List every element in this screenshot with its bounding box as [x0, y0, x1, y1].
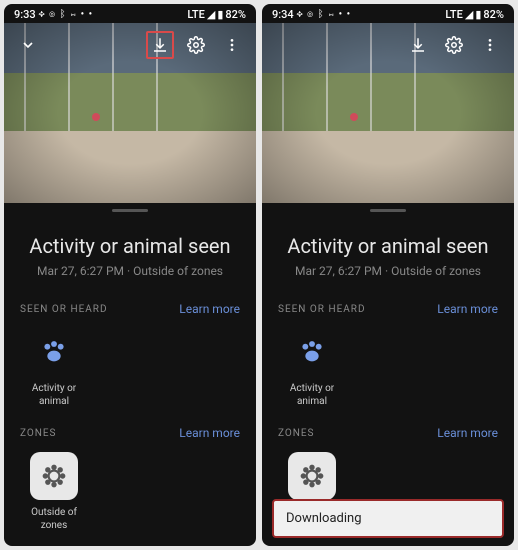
section-seen-label: SEEN OR HEARD [20, 304, 108, 315]
tile-outside-zones[interactable] [278, 452, 346, 506]
zone-icon [30, 452, 78, 500]
status-bar: 9:33 ✥ ◎ ᛒ ⋈ • • LTE ◢ ▮ 82% [4, 4, 256, 23]
event-title: Activity or animal seen [278, 234, 498, 258]
status-time: 9:33 [14, 8, 36, 21]
phone-right: 9:34 ✥ ◎ ᛒ ⋈ • • LTE ◢ ▮ 82% [262, 4, 514, 546]
section-zones-label: ZONES [278, 428, 315, 439]
drag-handle[interactable] [370, 209, 406, 212]
status-time: 9:34 [272, 8, 294, 21]
toast-downloading: Downloading [272, 499, 504, 538]
status-signal-icon: ◢ [465, 8, 473, 21]
section-seen-header: SEEN OR HEARD Learn more [20, 302, 240, 316]
settings-button[interactable] [182, 31, 210, 59]
video-top-controls [262, 23, 514, 67]
tile-activity-animal[interactable]: Activity or animal [278, 328, 346, 408]
learn-more-zones[interactable]: Learn more [437, 426, 498, 440]
status-battery-icon: ▮ [475, 8, 481, 21]
back-button[interactable] [14, 31, 42, 59]
tile-outside-zones[interactable]: Outside of zones [20, 452, 88, 532]
status-app-icons: ✥ ◎ ᛒ ⋈ • • [297, 9, 351, 20]
more-button[interactable] [476, 31, 504, 59]
tile-label: Activity or animal [278, 382, 346, 408]
zone-icon [288, 452, 336, 500]
section-seen-header: SEEN OR HEARD Learn more [278, 302, 498, 316]
phone-left: 9:33 ✥ ◎ ᛒ ⋈ • • LTE ◢ ▮ 82% [4, 4, 256, 546]
section-zones-header: ZONES Learn more [20, 426, 240, 440]
video-top-controls [4, 23, 256, 67]
learn-more-zones[interactable]: Learn more [179, 426, 240, 440]
video-preview[interactable] [262, 23, 514, 203]
status-battery: 82% [483, 8, 504, 21]
paw-icon [288, 328, 336, 376]
download-button[interactable] [146, 31, 174, 59]
event-title: Activity or animal seen [20, 234, 240, 258]
section-zones-header: ZONES Learn more [278, 426, 498, 440]
tile-label: Activity or animal [20, 382, 88, 408]
event-sheet: Activity or animal seen Mar 27, 6:27 PM … [4, 216, 256, 546]
status-network: LTE [445, 8, 463, 21]
more-button[interactable] [218, 31, 246, 59]
tile-label: Outside of zones [20, 506, 88, 532]
event-subtitle: Mar 27, 6:27 PM · Outside of zones [20, 264, 240, 278]
settings-button[interactable] [440, 31, 468, 59]
status-battery: 82% [225, 8, 246, 21]
learn-more-seen[interactable]: Learn more [437, 302, 498, 316]
status-signal-icon: ◢ [207, 8, 215, 21]
status-network: LTE [187, 8, 205, 21]
tile-activity-animal[interactable]: Activity or animal [20, 328, 88, 408]
status-battery-icon: ▮ [217, 8, 223, 21]
download-button[interactable] [404, 31, 432, 59]
status-app-icons: ✥ ◎ ᛒ ⋈ • • [39, 9, 93, 20]
section-zones-label: ZONES [20, 428, 57, 439]
video-preview[interactable] [4, 23, 256, 203]
event-sheet: Activity or animal seen Mar 27, 6:27 PM … [262, 216, 514, 546]
drag-handle[interactable] [112, 209, 148, 212]
event-subtitle: Mar 27, 6:27 PM · Outside of zones [278, 264, 498, 278]
learn-more-seen[interactable]: Learn more [179, 302, 240, 316]
paw-icon [30, 328, 78, 376]
status-bar: 9:34 ✥ ◎ ᛒ ⋈ • • LTE ◢ ▮ 82% [262, 4, 514, 23]
section-seen-label: SEEN OR HEARD [278, 304, 366, 315]
